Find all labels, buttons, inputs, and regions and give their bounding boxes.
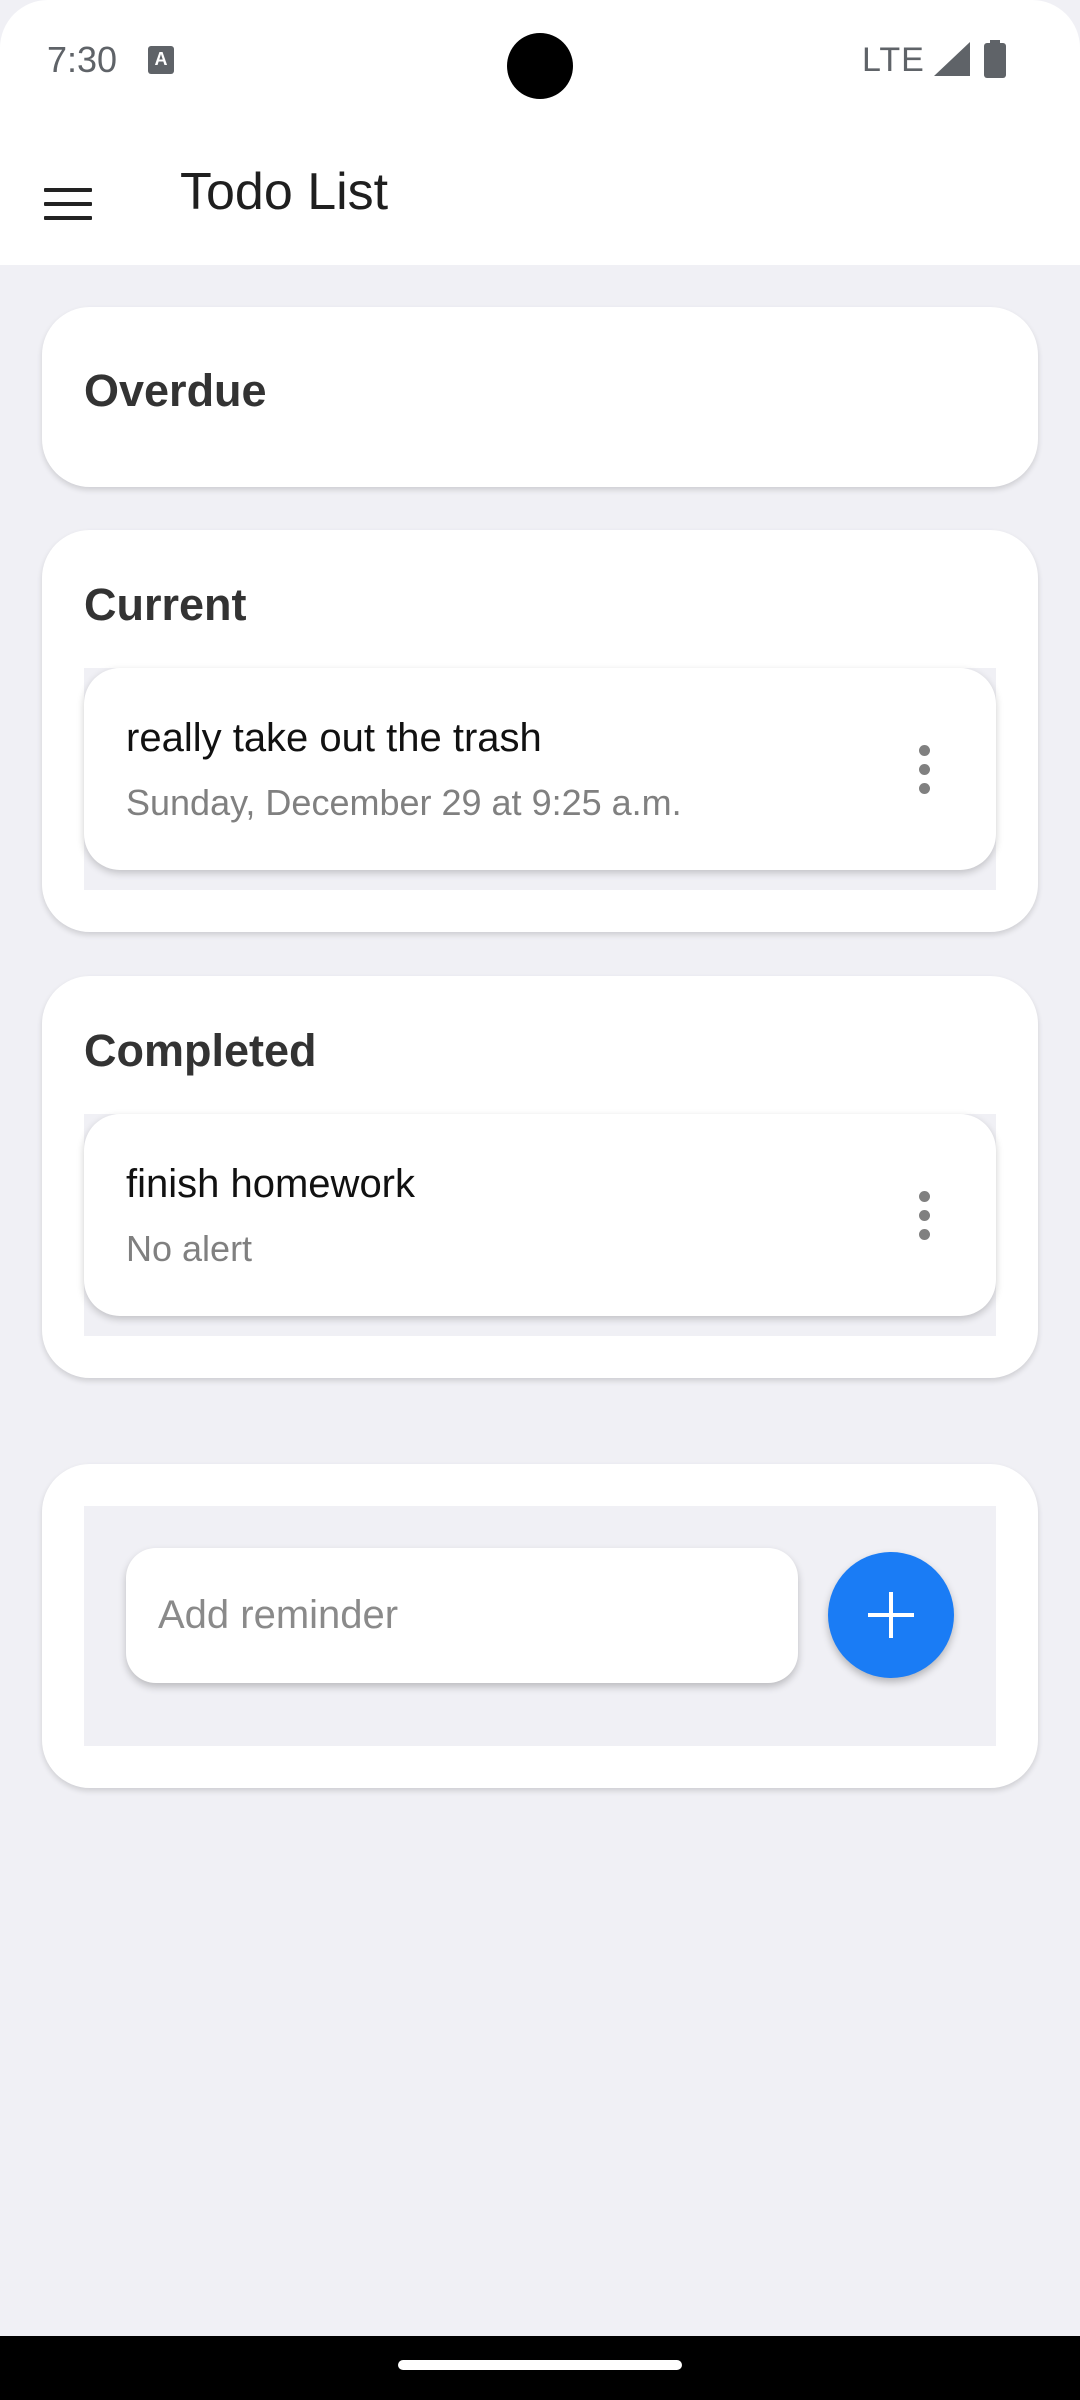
menu-icon [44, 188, 92, 220]
current-section-title: Current [84, 579, 247, 630]
page-title: Todo List [180, 163, 389, 221]
add-reminder-input[interactable] [126, 1548, 798, 1683]
more-options-button[interactable] [874, 1165, 974, 1265]
overdue-section: Overdue [42, 307, 1038, 487]
navigation-bar [0, 2336, 1080, 2400]
current-list: really take out the trash Sunday, Decemb… [84, 668, 996, 890]
add-reminder-card [42, 1464, 1038, 1788]
todo-item-alert-time: No alert [126, 1228, 253, 1269]
completed-section: Completed finish homework No alert [42, 976, 1038, 1378]
plus-icon [868, 1592, 914, 1638]
network-type: LTE [862, 41, 925, 79]
status-bar: 7:30 A LTE [0, 0, 1080, 120]
camera-cutout [507, 33, 573, 99]
todo-item[interactable]: finish homework No alert [84, 1114, 996, 1316]
current-section: Current really take out the trash Sunday… [42, 530, 1038, 932]
todo-item[interactable]: really take out the trash Sunday, Decemb… [84, 668, 996, 870]
add-reminder-area [84, 1506, 996, 1746]
home-gesture-handle[interactable] [398, 2360, 682, 2370]
completed-section-title: Completed [84, 1025, 317, 1076]
more-options-button[interactable] [874, 719, 974, 819]
status-time: 7:30 [47, 39, 118, 80]
a-icon: A [148, 46, 174, 74]
completed-list: finish homework No alert [84, 1114, 996, 1336]
battery-icon [984, 40, 1006, 78]
menu-button[interactable] [28, 164, 108, 244]
overdue-section-title: Overdue [84, 365, 267, 416]
add-reminder-button[interactable] [828, 1552, 954, 1678]
app-bar: Todo List [0, 120, 1080, 265]
signal-icon [934, 42, 970, 76]
todo-item-title: finish homework [126, 1162, 416, 1206]
todo-item-alert-time: Sunday, December 29 at 9:25 a.m. [126, 782, 682, 823]
todo-item-title: really take out the trash [126, 716, 542, 760]
